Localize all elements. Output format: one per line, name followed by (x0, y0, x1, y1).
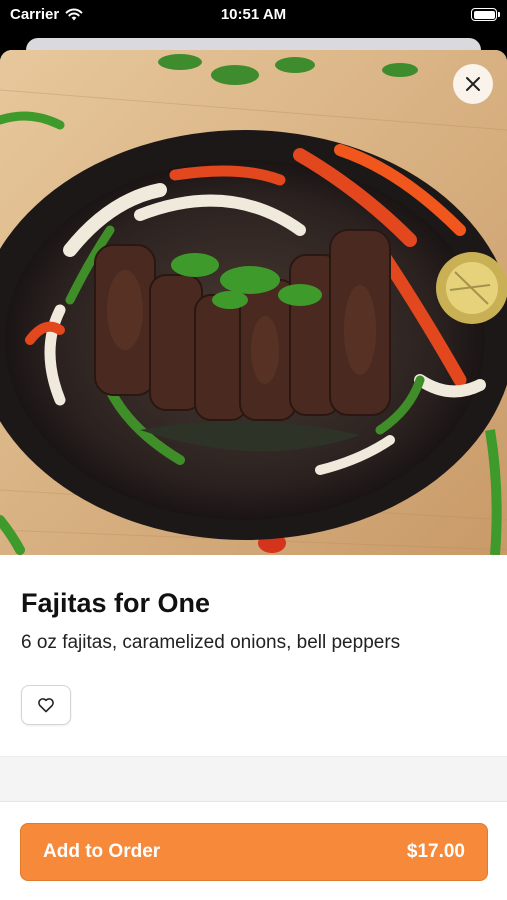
add-to-order-button[interactable]: Add to Order $17.00 (20, 823, 488, 881)
item-title: Fajitas for One (21, 588, 211, 618)
section-divider (0, 756, 507, 801)
item-photo (0, 50, 507, 555)
add-to-order-label: Add to Order (43, 841, 161, 862)
order-footer: Add to Order $17.00 (0, 801, 507, 900)
item-description: 6 oz fajitas, caramelized onions, bell p… (21, 632, 401, 653)
close-icon (466, 77, 480, 91)
item-price: $17.00 (406, 841, 465, 862)
favorite-button[interactable] (21, 685, 71, 725)
battery-icon (471, 8, 500, 21)
item-sheet: Fajitas for One 6 oz fajitas, caramelize… (0, 50, 507, 900)
status-bar: Carrier 10:51 AM (0, 0, 507, 30)
close-button[interactable] (453, 64, 493, 104)
status-time: 10:51 AM (220, 6, 287, 23)
heart-icon (38, 698, 54, 713)
